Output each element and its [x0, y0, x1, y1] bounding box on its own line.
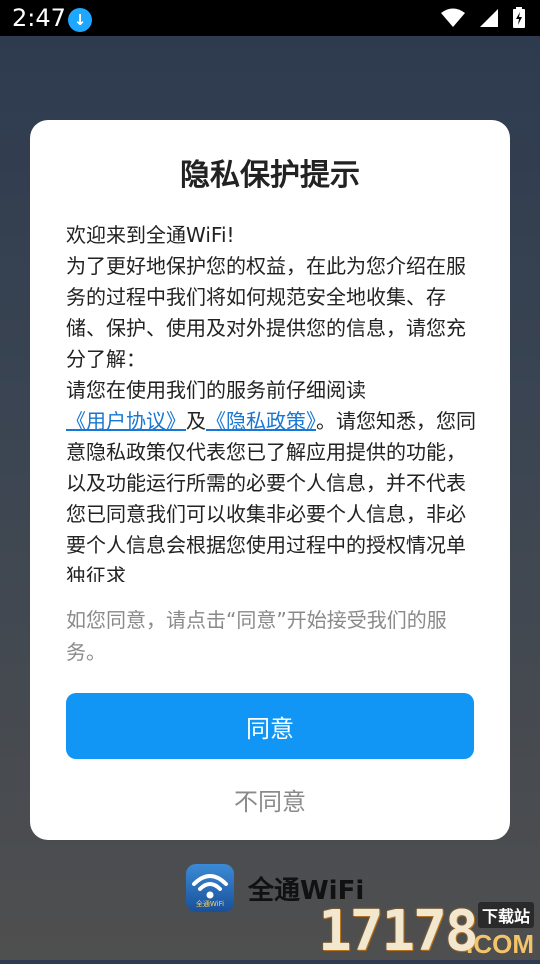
watermark: 下载站 17178 .COM	[310, 899, 540, 964]
dialog-title: 隐私保护提示	[180, 158, 360, 193]
system-icons	[440, 6, 526, 30]
wifi-icon	[441, 8, 465, 27]
watermark-site: 下载站	[477, 902, 534, 928]
privacy-dialog: 隐私保护提示 欢迎来到全通WiFi! 为了更好地保护您的权益，在此为您介绍在服务…	[30, 120, 510, 840]
privacy-policy-link[interactable]: 《隐私政策》	[206, 409, 316, 433]
user-agreement-link[interactable]: 《用户协议》	[66, 409, 186, 433]
welcome-text: 欢迎来到全通WiFi!	[66, 223, 235, 247]
watermark-domain: .COM	[466, 929, 534, 959]
consent-note: 如您同意，请点击“同意”开始接受我们的服务。	[66, 608, 447, 664]
watermark-number: 17178	[318, 899, 479, 964]
battery-icon	[513, 7, 525, 28]
logo-caption: 全通WiFi	[195, 900, 225, 908]
agree-button[interactable]: 同意	[66, 693, 474, 759]
agreement-prefix: 请您在使用我们的服务前仔细阅读	[66, 378, 366, 402]
wifi-logo-icon	[192, 874, 228, 899]
app-logo: 全通WiFi	[186, 864, 234, 912]
agreement-suffix: 。请您知悉，您同意隐私政策仅代表您已了解应用提供的功能，以及功能运行所需的必要个…	[66, 409, 476, 582]
disagree-button[interactable]: 不同意	[66, 775, 474, 823]
download-icon: ↓	[68, 8, 92, 32]
status-bar: 2:47 ↓	[0, 0, 540, 36]
agreement-paragraph: 请您在使用我们的服务前仔细阅读《用户协议》及《隐私政策》。请您知悉，您同意隐私政…	[66, 375, 476, 582]
signal-icon	[480, 9, 498, 27]
and-text: 及	[186, 409, 206, 433]
status-time: 2:47	[12, 4, 66, 32]
intro-paragraph: 为了更好地保护您的权益，在此为您介绍在服务的过程中我们将如何规范安全地收集、存储…	[66, 254, 466, 371]
privacy-text[interactable]: 欢迎来到全通WiFi! 为了更好地保护您的权益，在此为您介绍在服务的过程中我们将…	[66, 220, 476, 582]
